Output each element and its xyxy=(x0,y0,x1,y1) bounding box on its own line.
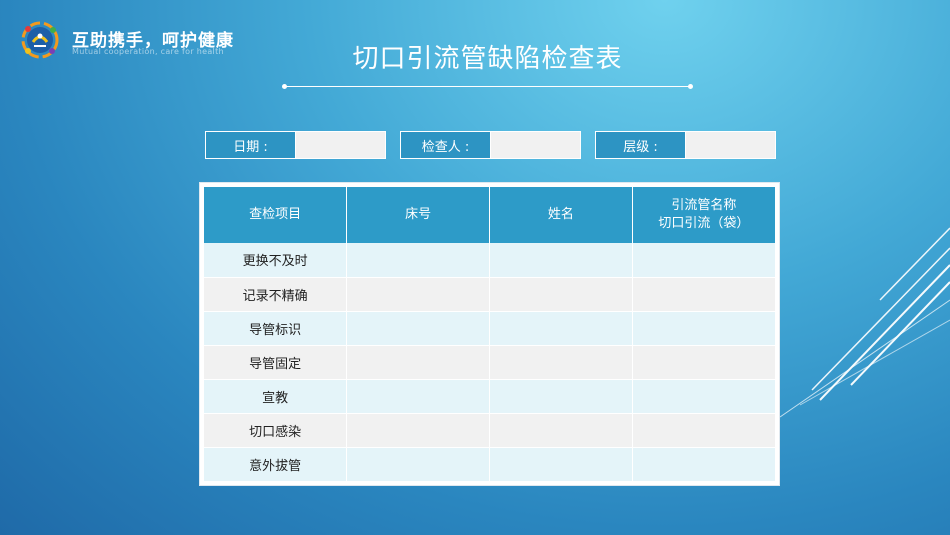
table-row: 更换不及时 xyxy=(204,243,775,278)
header-drain-type: 引流管名称 切口引流（袋） xyxy=(632,187,775,243)
row-label: 更换不及时 xyxy=(204,243,348,278)
drain-cell[interactable] xyxy=(632,311,775,346)
row-label: 记录不精确 xyxy=(204,277,348,312)
name-cell[interactable] xyxy=(489,277,633,312)
drain-cell[interactable] xyxy=(632,345,775,380)
table-row: 导管固定 xyxy=(204,345,775,380)
level-label: 层级 : xyxy=(596,132,686,158)
bed-cell[interactable] xyxy=(346,447,490,482)
name-cell[interactable] xyxy=(489,379,633,414)
checklist-table-frame: 查检项目 床号 姓名 引流管名称 切口引流（袋） 更换不及时 记录不精确 导管标… xyxy=(199,182,780,486)
name-cell[interactable] xyxy=(489,345,633,380)
divider-dot-right xyxy=(688,84,693,89)
name-cell[interactable] xyxy=(489,311,633,346)
inspector-field: 检查人 : xyxy=(400,131,581,159)
bed-cell[interactable] xyxy=(346,311,490,346)
level-input[interactable] xyxy=(686,132,775,158)
row-label: 宣教 xyxy=(204,379,348,414)
date-input[interactable] xyxy=(296,132,385,158)
table-row: 宣教 xyxy=(204,379,775,414)
table-row: 意外拔管 xyxy=(204,447,775,482)
row-label: 切口感染 xyxy=(204,413,348,448)
drain-cell[interactable] xyxy=(632,413,775,448)
bed-cell[interactable] xyxy=(346,345,490,380)
drain-cell[interactable] xyxy=(632,447,775,482)
bed-cell[interactable] xyxy=(346,277,490,312)
checklist-table: 查检项目 床号 姓名 引流管名称 切口引流（袋） 更换不及时 记录不精确 导管标… xyxy=(204,187,775,482)
inspector-label: 检查人 : xyxy=(401,132,491,158)
name-cell[interactable] xyxy=(489,413,633,448)
table-row: 切口感染 xyxy=(204,413,775,448)
drain-cell[interactable] xyxy=(632,243,775,278)
row-label: 导管固定 xyxy=(204,345,348,380)
row-label: 意外拔管 xyxy=(204,447,348,482)
bed-cell[interactable] xyxy=(346,379,490,414)
header-check-item: 查检项目 xyxy=(204,187,348,243)
date-label: 日期 : xyxy=(206,132,296,158)
bed-cell[interactable] xyxy=(346,413,490,448)
row-label: 导管标识 xyxy=(204,311,348,346)
name-cell[interactable] xyxy=(489,243,633,278)
drain-cell[interactable] xyxy=(632,277,775,312)
level-field: 层级 : xyxy=(595,131,776,159)
header-name: 姓名 xyxy=(489,187,633,243)
date-field: 日期 : xyxy=(205,131,386,159)
page-title: 切口引流管缺陷检查表 xyxy=(352,44,623,74)
inspector-input[interactable] xyxy=(491,132,580,158)
table-row: 记录不精确 xyxy=(204,277,775,312)
title-divider xyxy=(282,84,693,89)
name-cell[interactable] xyxy=(489,447,633,482)
table-row: 导管标识 xyxy=(204,311,775,346)
bed-cell[interactable] xyxy=(346,243,490,278)
header-bed-number: 床号 xyxy=(346,187,490,243)
table-header-row: 查检项目 床号 姓名 引流管名称 切口引流（袋） xyxy=(204,187,775,243)
drain-cell[interactable] xyxy=(632,379,775,414)
divider-dot-left xyxy=(282,84,287,89)
